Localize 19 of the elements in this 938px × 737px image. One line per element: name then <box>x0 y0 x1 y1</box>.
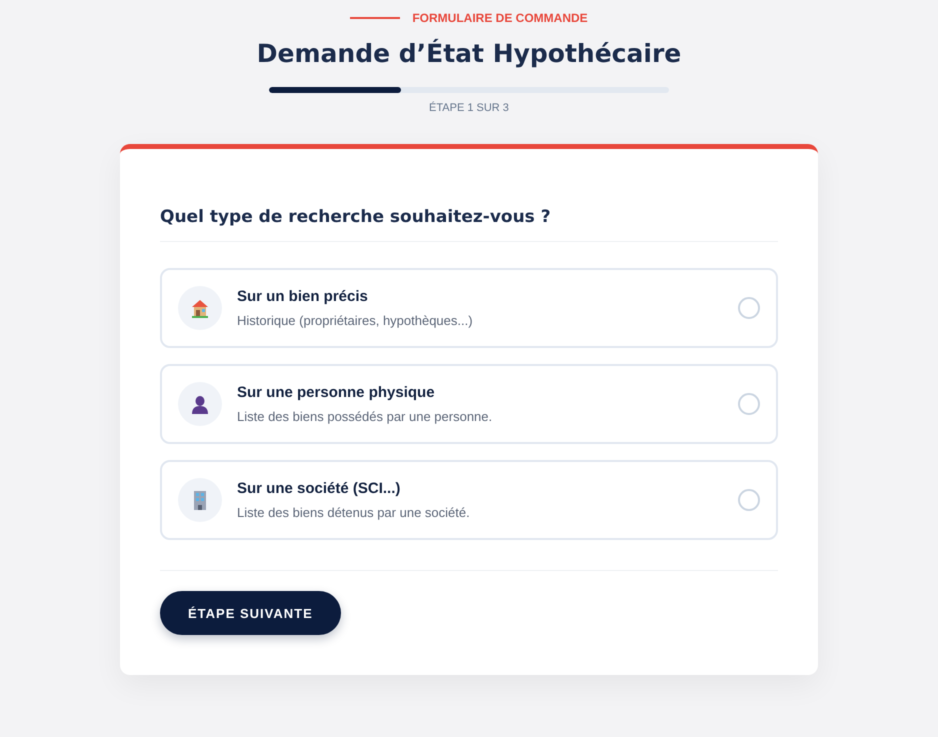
choice-option[interactable]: Sur une société (SCI...) Liste des biens détenus par une société. <box>160 460 778 540</box>
choice-option[interactable]: Sur un bien précis Historique (propriétaires, hypothèques...) <box>160 268 778 348</box>
option-title: Sur un bien précis <box>237 288 369 305</box>
choice-option[interactable]: Sur une personne physique Liste des biens possédés par une personne. <box>160 364 778 444</box>
radio-button[interactable] <box>738 297 760 319</box>
page-title: Demande d’État Hypothécaire <box>256 39 682 68</box>
radio-button[interactable] <box>738 393 760 415</box>
step-label: ÉTAPE 1 SUR 3 <box>429 102 509 114</box>
house-icon <box>189 297 211 319</box>
option-title: Sur une personne physique <box>237 384 436 401</box>
person-icon <box>189 393 211 415</box>
next-step-button[interactable]: ÉTAPE SUIVANTE <box>160 591 341 635</box>
form-eyebrow: FORMULAIRE DE COMMANDE <box>412 11 588 25</box>
option-description: Historique (propriétaires, hypothèques...) <box>237 313 474 328</box>
option-title: Sur une société (SCI...) <box>237 480 402 497</box>
radio-button[interactable] <box>738 489 760 511</box>
option-description: Liste des biens détenus par une société. <box>237 505 471 520</box>
question-heading: Quel type de recherche souhaitez-vous ? <box>160 207 778 242</box>
option-description: Liste des biens possédés par une personne. <box>237 409 494 424</box>
